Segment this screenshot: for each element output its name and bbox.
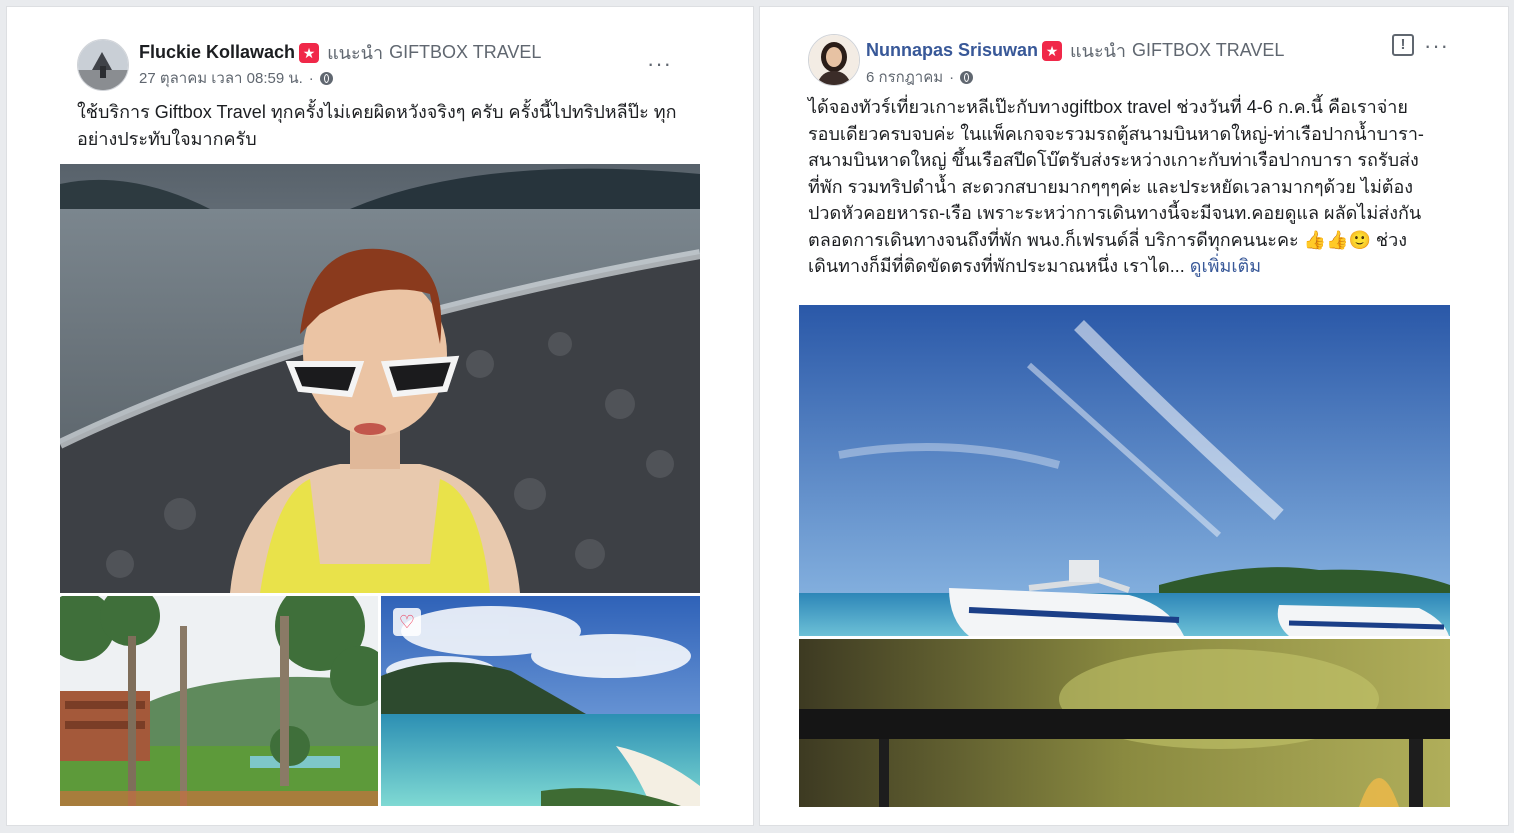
more-options-button[interactable]: ··· xyxy=(647,53,672,75)
post-card: Fluckie Kollawach ★ แนะนำ GIFTBOX TRAVEL… xyxy=(7,7,753,825)
page-name-link[interactable]: GIFTBOX TRAVEL xyxy=(389,42,541,63)
avatar-image xyxy=(809,35,859,85)
recommend-label: แนะนำ xyxy=(1070,41,1127,61)
post-card: Nunnapas Srisuwan ★ แนะนำ GIFTBOX TRAVEL… xyxy=(760,7,1508,825)
post-photo-island[interactable]: ♡ xyxy=(381,596,700,806)
globe-icon[interactable] xyxy=(319,71,333,85)
balcony-view-image xyxy=(799,639,1450,807)
post-text: ใช้บริการ Giftbox Travel ทุกครั้งไม่เคยผ… xyxy=(77,102,677,149)
see-more-link[interactable]: ดูเพิ่มเติม xyxy=(1190,256,1261,276)
island-sea-image xyxy=(381,596,700,806)
author-avatar[interactable] xyxy=(808,34,860,86)
author-name[interactable]: Fluckie Kollawach xyxy=(139,42,295,63)
beach-portrait-image xyxy=(60,164,700,593)
post-header: Fluckie Kollawach ★ แนะนำ GIFTBOX TRAVEL xyxy=(139,38,541,67)
post-timestamp[interactable]: 6 กรกฎาคม xyxy=(866,65,943,89)
resort-garden-image xyxy=(60,596,378,806)
recommend-star-icon: ★ xyxy=(1042,40,1063,61)
page-name-link[interactable]: GIFTBOX TRAVEL xyxy=(1132,40,1284,61)
post-text: ได้จองทัวร์เที่ยวเกาะหลีเป๊ะกับทางgiftbo… xyxy=(808,94,1433,280)
separator-dot: · xyxy=(308,69,314,87)
report-icon[interactable]: ! xyxy=(1392,34,1414,56)
author-avatar[interactable] xyxy=(77,39,129,91)
heart-icon[interactable]: ♡ xyxy=(393,608,421,636)
separator-dot: · xyxy=(949,68,955,86)
post-meta: 27 ตุลาคม เวลา 08:59 น. · xyxy=(139,66,333,90)
post-photo-main[interactable] xyxy=(60,164,700,593)
speedboat-sea-image xyxy=(799,305,1450,636)
post-timestamp[interactable]: 27 ตุลาคม เวลา 08:59 น. xyxy=(139,66,303,90)
post-photo-boats[interactable] xyxy=(799,305,1450,636)
globe-icon[interactable] xyxy=(960,70,974,84)
post-meta: 6 กรกฎาคม · xyxy=(866,65,974,89)
more-options-button[interactable]: ··· xyxy=(1424,35,1449,57)
recommend-star-icon: ★ xyxy=(299,42,320,63)
post-body: ได้จองทัวร์เที่ยวเกาะหลีเป๊ะกับทางgiftbo… xyxy=(808,97,1424,276)
recommend-label: แนะนำ xyxy=(327,43,384,63)
avatar-image xyxy=(78,40,128,90)
post-header: Nunnapas Srisuwan ★ แนะนำ GIFTBOX TRAVEL xyxy=(866,36,1284,65)
post-photo-resort[interactable] xyxy=(60,596,378,806)
post-photo-balcony[interactable] xyxy=(799,639,1450,807)
author-name[interactable]: Nunnapas Srisuwan xyxy=(866,40,1038,61)
